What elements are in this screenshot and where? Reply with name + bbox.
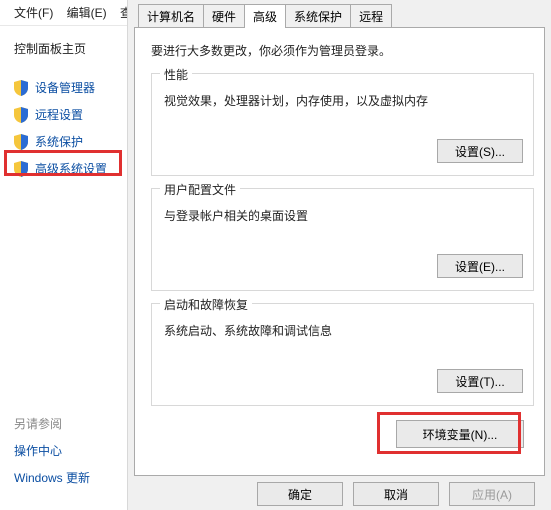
sidebar-item-protection[interactable]: 系统保护 (14, 133, 119, 150)
settings-profiles-button[interactable]: 设置(E)... (437, 254, 523, 278)
environment-variables-button[interactable]: 环境变量(N)... (396, 420, 524, 448)
link-action-center[interactable]: 操作中心 (14, 442, 127, 459)
menubar: 文件(F) 编辑(E) 查 (0, 0, 127, 26)
link-windows-update[interactable]: Windows 更新 (14, 469, 127, 486)
control-panel-home-link[interactable]: 控制面板主页 (14, 40, 119, 57)
group-desc: 与登录帐户相关的桌面设置 (164, 207, 523, 224)
group-user-profiles: 用户配置文件 与登录帐户相关的桌面设置 设置(E)... (151, 188, 534, 291)
sidebar-item-device-manager[interactable]: 设备管理器 (14, 79, 119, 96)
shield-icon (14, 161, 28, 177)
group-title: 启动和故障恢复 (160, 296, 252, 313)
tabstrip: 计算机名 硬件 高级 系统保护 远程 (134, 6, 545, 28)
dialog-button-row: 确定 取消 应用(A) (134, 476, 545, 506)
menu-file[interactable]: 文件(F) (14, 6, 53, 20)
sidebar-item-advanced[interactable]: 高级系统设置 (14, 160, 119, 177)
settings-performance-button[interactable]: 设置(S)... (437, 139, 523, 163)
shield-icon (14, 107, 28, 123)
sidebar: 文件(F) 编辑(E) 查 控制面板主页 设备管理器 远程设置 (0, 0, 128, 510)
menu-overflow: 查 (120, 6, 127, 20)
group-desc: 视觉效果，处理器计划，内存使用，以及虚拟内存 (164, 92, 523, 109)
sidebar-item-label: 远程设置 (35, 106, 83, 123)
tab-advanced[interactable]: 高级 (244, 4, 286, 28)
tab-page-advanced: 要进行大多数更改，你必须作为管理员登录。 性能 视觉效果，处理器计划，内存使用，… (134, 27, 545, 476)
tab-hardware[interactable]: 硬件 (203, 4, 245, 28)
sidebar-item-label: 设备管理器 (35, 79, 95, 96)
sidebar-item-label: 系统保护 (35, 133, 83, 150)
cancel-button[interactable]: 取消 (353, 482, 439, 506)
group-performance: 性能 视觉效果，处理器计划，内存使用，以及虚拟内存 设置(S)... (151, 73, 534, 176)
group-desc: 系统启动、系统故障和调试信息 (164, 322, 523, 339)
see-also-heading: 另请参阅 (14, 415, 127, 432)
group-startup-recovery: 启动和故障恢复 系统启动、系统故障和调试信息 设置(T)... (151, 303, 534, 406)
group-title: 性能 (160, 66, 192, 83)
sidebar-item-remote[interactable]: 远程设置 (14, 106, 119, 123)
tab-remote[interactable]: 远程 (350, 4, 392, 28)
settings-startup-button[interactable]: 设置(T)... (437, 369, 523, 393)
menu-edit[interactable]: 编辑(E) (67, 6, 107, 20)
apply-button[interactable]: 应用(A) (449, 482, 535, 506)
admin-note: 要进行大多数更改，你必须作为管理员登录。 (151, 42, 534, 59)
ok-button[interactable]: 确定 (257, 482, 343, 506)
tab-computer-name[interactable]: 计算机名 (138, 4, 204, 28)
shield-icon (14, 80, 28, 96)
tab-system-protection[interactable]: 系统保护 (285, 4, 351, 28)
shield-icon (14, 134, 28, 150)
properties-dialog: 计算机名 硬件 高级 系统保护 远程 要进行大多数更改，你必须作为管理员登录。 … (128, 0, 551, 510)
group-title: 用户配置文件 (160, 181, 240, 198)
sidebar-item-label: 高级系统设置 (35, 160, 107, 177)
